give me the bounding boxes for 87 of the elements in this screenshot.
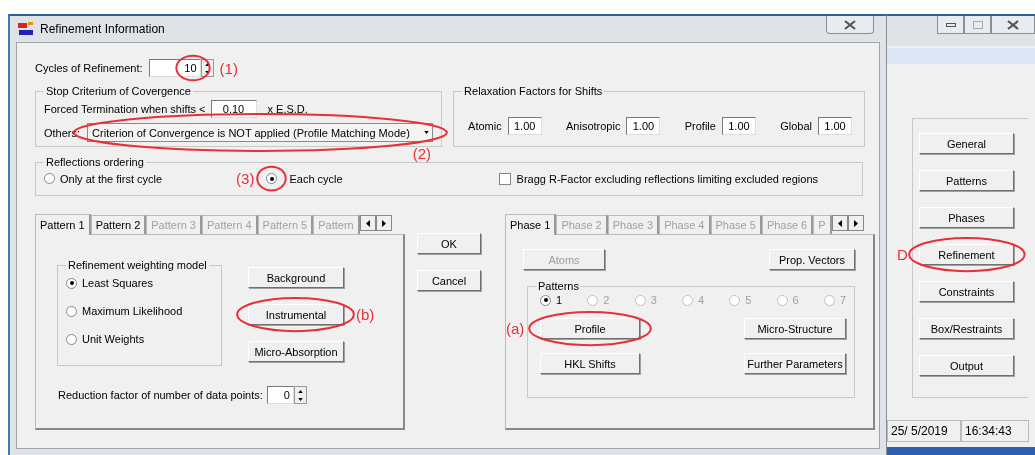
- radio-label: Unit Weights: [82, 333, 145, 345]
- group-title: Relaxation Factors for Shifts: [463, 85, 604, 97]
- radio-label: 7: [839, 294, 846, 306]
- left-triangle-icon: [837, 219, 842, 227]
- app-icon: [18, 22, 34, 36]
- field-label: Atomic: [468, 120, 502, 132]
- radio-label: 5: [745, 294, 752, 306]
- window-title: Refinement Information: [40, 22, 166, 36]
- panel-button[interactable]: Profile: [540, 318, 640, 339]
- maximize-button[interactable]: [964, 16, 991, 34]
- factor-field[interactable]: 1.00: [507, 117, 542, 135]
- factor-field[interactable]: 1.00: [721, 117, 756, 135]
- panel-button[interactable]: Micro-Structure: [744, 318, 846, 339]
- side-button[interactable]: Constraints: [919, 281, 1014, 302]
- group-title: Reflections ordering: [45, 156, 145, 168]
- minimize-icon: [945, 22, 956, 27]
- panel-button[interactable]: Prop. Vectors: [769, 249, 855, 270]
- dialog-button[interactable]: OK: [417, 233, 481, 254]
- field-label: x E.S.D.: [267, 103, 308, 115]
- radio-button[interactable]: [66, 333, 77, 345]
- field-label: Cycles of Refinement:: [35, 62, 143, 74]
- close-icon: [1007, 19, 1019, 30]
- factor-field[interactable]: 1.00: [818, 117, 853, 135]
- group-title: Patterns: [537, 280, 580, 292]
- cycles-field[interactable]: 10: [148, 59, 201, 77]
- annotation-label: (a): [506, 320, 525, 337]
- side-button[interactable]: Phases: [919, 207, 1014, 228]
- right-triangle-icon: [853, 219, 858, 227]
- radio-label: Each cycle: [289, 172, 343, 185]
- side-button[interactable]: Output: [919, 355, 1014, 376]
- field-label: Anisotropic: [566, 120, 621, 132]
- field-label: Reduction factor of number of data points:: [58, 389, 263, 401]
- minimize-button[interactable]: [937, 16, 964, 34]
- checkbox[interactable]: [498, 172, 511, 185]
- radio-label: 6: [792, 294, 799, 306]
- field-label: Profile: [684, 120, 716, 132]
- side-button[interactable]: Box/Restraints: [919, 318, 1014, 339]
- panel-button[interactable]: Background: [248, 267, 344, 288]
- status-cell: 25/ 5/2019: [887, 420, 961, 442]
- left-triangle-icon: [365, 219, 370, 227]
- up-icon: [297, 389, 303, 393]
- radio-label: 1: [556, 294, 563, 306]
- status-cell: 16:34:43: [961, 420, 1029, 442]
- group-title: Stop Criterium of Covergence: [45, 85, 192, 97]
- close-button[interactable]: [991, 16, 1035, 34]
- panel-button[interactable]: Instrumental: [248, 304, 344, 325]
- up-icon: [204, 62, 210, 66]
- radio-button[interactable]: [66, 305, 77, 317]
- radio-label: Maximum Likelihood: [82, 305, 183, 317]
- side-button[interactable]: Refinement: [919, 244, 1014, 265]
- dropdown[interactable]: Criterion of Convergence is NOT applied (Profile Matching Mode): [87, 123, 434, 142]
- side-button[interactable]: General: [919, 133, 1014, 154]
- annotation-label: (3): [236, 170, 255, 187]
- factor-field[interactable]: 1.00: [626, 117, 661, 135]
- radio-button[interactable]: [44, 173, 55, 184]
- radio-button[interactable]: [266, 173, 278, 184]
- radio-button[interactable]: [540, 294, 551, 306]
- close-icon: [844, 19, 856, 30]
- annotation-label: (2): [412, 145, 432, 162]
- dialog-button[interactable]: Cancel: [417, 270, 481, 291]
- radio-button[interactable]: [66, 277, 77, 289]
- group-title: Refinement weighting model: [67, 259, 208, 271]
- radio-label: Only at the first cycle: [60, 172, 163, 185]
- radio-label: 2: [603, 294, 610, 306]
- panel-button[interactable]: HKL Shifts: [540, 353, 640, 374]
- annotation-label: (1): [219, 59, 238, 77]
- side-button[interactable]: Patterns: [919, 170, 1014, 191]
- checkbox-label: Bragg R-Factor excluding reflections limiting excluded regions: [516, 172, 818, 185]
- close-button[interactable]: [826, 16, 874, 34]
- tab[interactable]: Pattern 2: [90, 215, 147, 234]
- caret-icon: [424, 131, 430, 134]
- down-icon: [297, 397, 303, 401]
- down-icon: [204, 70, 210, 74]
- field-label: Forced Termination when shifts <: [44, 103, 206, 115]
- reduction-field[interactable]: 0: [266, 386, 294, 404]
- radio-label: 4: [697, 294, 705, 306]
- panel-button[interactable]: Further Parameters: [744, 353, 846, 374]
- tab[interactable]: Pattern 1: [35, 214, 91, 235]
- annotation-label: (b): [356, 306, 375, 323]
- annotation-label: D: [897, 246, 908, 263]
- tab[interactable]: Phase 1: [505, 214, 557, 235]
- right-triangle-icon: [381, 219, 386, 227]
- radio-label: 3: [650, 294, 657, 306]
- field-label: Global: [780, 120, 813, 132]
- radio-label: Least Squares: [82, 277, 153, 289]
- panel-button[interactable]: Micro-Absorption: [248, 341, 344, 362]
- maximize-icon: [972, 20, 983, 29]
